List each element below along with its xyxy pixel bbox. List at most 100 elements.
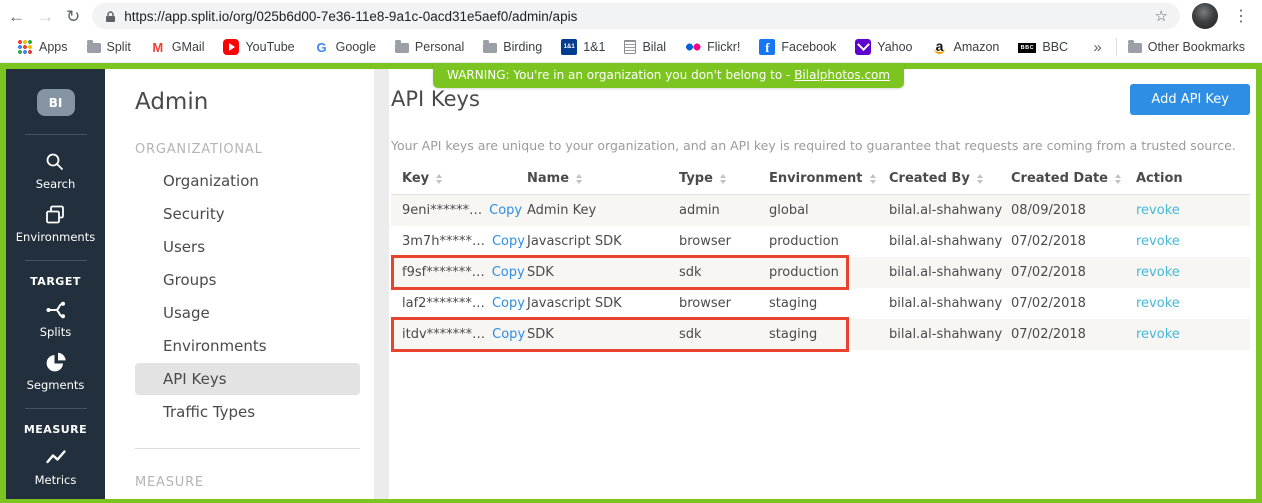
copy-link[interactable]: Copy <box>492 327 525 342</box>
bookmark-label: Birding <box>503 40 542 54</box>
table-row: 9eni******… Copy Admin Key admin global … <box>391 195 1250 226</box>
bookmark-favicon <box>223 39 239 55</box>
bookmark-item[interactable]: Bilal <box>619 38 671 56</box>
api-key-value: f9sf*******… <box>402 265 485 280</box>
bookmark-item[interactable]: Birding <box>478 38 547 56</box>
bookmark-favicon <box>314 39 330 55</box>
sidebar-item-label: Splits <box>40 325 72 339</box>
url-text: https://app.split.io/org/025b6d00-7e36-1… <box>124 9 1146 24</box>
admin-nav-item-label: Environments <box>163 337 267 355</box>
sort-icon[interactable] <box>870 174 876 184</box>
bookmarks-overflow-icon[interactable]: » <box>1085 39 1109 56</box>
column-header[interactable]: Key <box>391 171 527 186</box>
cell-type: sdk <box>679 327 769 342</box>
column-header-label: Type <box>679 171 713 186</box>
column-header[interactable]: Type <box>679 171 769 186</box>
admin-nav-item[interactable]: Environments <box>135 330 360 362</box>
url-bar[interactable]: https://app.split.io/org/025b6d00-7e36-1… <box>92 3 1180 29</box>
sort-icon[interactable] <box>576 174 582 184</box>
sidebar-item-splits[interactable]: Splits <box>40 298 72 339</box>
sidebar-item-environments[interactable]: Environments <box>16 203 95 244</box>
add-api-key-button[interactable]: Add API Key <box>1130 84 1250 115</box>
column-header[interactable]: Created By <box>889 171 1011 186</box>
column-header-label: Key <box>402 171 429 186</box>
sidebar-item-label: Environments <box>16 230 95 244</box>
bookmark-item[interactable]: YouTube <box>218 37 299 57</box>
admin-nav-item[interactable]: Users <box>135 231 360 263</box>
sort-icon[interactable] <box>1115 174 1121 184</box>
sidebar-item-label: Search <box>36 177 76 191</box>
bookmark-label: YouTube <box>245 40 294 54</box>
bookmark-item[interactable]: Google <box>309 37 381 57</box>
forward-icon[interactable]: → <box>37 8 54 25</box>
sort-icon[interactable] <box>436 174 442 184</box>
admin-nav-item[interactable]: Traffic Types <box>135 396 360 428</box>
admin-nav-item[interactable]: Groups <box>135 264 360 296</box>
back-icon[interactable]: ← <box>8 8 25 25</box>
revoke-link[interactable]: revoke <box>1136 327 1180 342</box>
cell-type: sdk <box>679 265 769 280</box>
reload-icon[interactable]: ↻ <box>66 8 80 25</box>
cell-name: Javascript SDK <box>527 234 679 249</box>
revoke-link[interactable]: revoke <box>1136 296 1180 311</box>
column-header-label: Environment <box>769 171 863 186</box>
search-icon <box>43 150 67 174</box>
sidebar-item-segments[interactable]: Segments <box>27 351 85 392</box>
bookmark-item[interactable]: Yahoo <box>850 37 917 57</box>
splits-icon <box>44 298 68 322</box>
sort-icon[interactable] <box>720 174 726 184</box>
lock-icon <box>104 10 116 23</box>
bookmark-star-icon[interactable]: ☆ <box>1155 7 1168 25</box>
browser-menu-icon[interactable]: ⋮ <box>1230 6 1252 26</box>
bookmark-item[interactable]: Amazon <box>927 37 1005 57</box>
bookmark-item[interactable]: BBC <box>1013 38 1073 56</box>
other-bookmarks-folder[interactable]: Other Bookmarks <box>1123 38 1250 56</box>
column-header[interactable]: Created Date <box>1011 171 1136 186</box>
bookmark-item[interactable]: Facebook <box>754 37 841 57</box>
bookmark-item[interactable]: GMail <box>145 37 210 57</box>
cell-name: Javascript SDK <box>527 296 679 311</box>
profile-avatar[interactable] <box>1192 3 1218 29</box>
warning-link[interactable]: Bilalphotos.com <box>794 68 890 82</box>
bookmark-item[interactable]: Apps <box>12 37 73 57</box>
bookmark-favicon <box>483 43 497 53</box>
app-frame: BI Search Environments TARGET Splits <box>0 63 1262 503</box>
bookmark-item[interactable]: Personal <box>390 38 469 56</box>
api-key-value: laf2*******… <box>402 296 485 311</box>
table-row: laf2*******… Copy Javascript SDK browser… <box>391 288 1250 319</box>
admin-nav-item[interactable]: API Keys <box>135 363 360 395</box>
copy-link[interactable]: Copy <box>492 234 525 249</box>
admin-nav-item[interactable]: Usage <box>135 297 360 329</box>
bookmark-item[interactable]: Flickr! <box>680 37 745 57</box>
column-header[interactable]: Action <box>1136 171 1250 186</box>
copy-link[interactable]: Copy <box>492 265 525 280</box>
browser-toolbar: ← → ↻ https://app.split.io/org/025b6d00-… <box>0 0 1262 32</box>
admin-nav-item-label: Groups <box>163 271 216 289</box>
bookmark-favicon <box>855 39 871 55</box>
bookmark-favicon <box>150 39 166 55</box>
bookmark-label: Yahoo <box>877 40 912 54</box>
column-header[interactable]: Name <box>527 171 679 186</box>
admin-nav-item-label: API Keys <box>163 370 227 388</box>
admin-nav-item[interactable]: Security <box>135 198 360 230</box>
bookmark-item[interactable]: 1&1 <box>556 37 610 57</box>
bookmark-label: 1&1 <box>583 40 605 54</box>
revoke-link[interactable]: revoke <box>1136 234 1180 249</box>
bookmark-favicon <box>395 43 409 53</box>
bookmark-label: Facebook <box>781 40 836 54</box>
revoke-link[interactable]: revoke <box>1136 203 1180 218</box>
sidebar-item-metrics[interactable]: Metrics <box>35 446 77 487</box>
column-header-label: Created By <box>889 171 970 186</box>
copy-link[interactable]: Copy <box>492 296 525 311</box>
sidebar-item-search[interactable]: Search <box>36 150 76 191</box>
main-content: WARNING: You're in an organization you d… <box>389 69 1256 499</box>
folder-icon <box>1128 43 1142 53</box>
admin-nav-item[interactable]: Organization <box>135 165 360 197</box>
copy-link[interactable]: Copy <box>489 203 522 218</box>
revoke-link[interactable]: revoke <box>1136 265 1180 280</box>
bookmark-item[interactable]: Split <box>82 38 136 56</box>
column-header[interactable]: Environment <box>769 171 889 186</box>
cell-created-by: bilal.al-shahwany <box>889 234 1011 249</box>
org-avatar[interactable]: BI <box>37 89 75 116</box>
sort-icon[interactable] <box>977 174 983 184</box>
